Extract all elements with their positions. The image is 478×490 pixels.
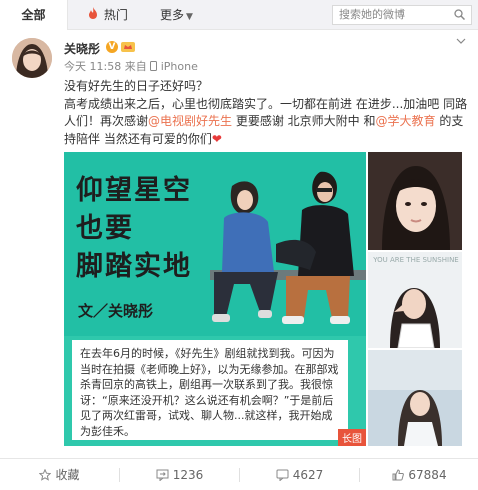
crown-icon bbox=[121, 42, 135, 52]
favorite-button[interactable]: 收藏 bbox=[0, 459, 119, 490]
tab-more[interactable]: 更多 ▼ bbox=[160, 0, 193, 30]
side-photo-1[interactable] bbox=[368, 152, 462, 250]
fire-icon bbox=[88, 7, 102, 22]
like-button[interactable]: 67884 bbox=[360, 459, 478, 490]
tab-more-label: 更多 bbox=[160, 8, 185, 22]
long-image-badge: 长图 bbox=[338, 429, 366, 446]
chevron-down-icon: ▼ bbox=[186, 12, 193, 22]
comment-icon bbox=[276, 469, 289, 482]
mention-tv-series[interactable]: @电视剧好先生 bbox=[148, 114, 232, 128]
comment-button[interactable]: 4627 bbox=[240, 459, 359, 490]
tab-hot-label: 热门 bbox=[103, 8, 128, 22]
post-line-1: 没有好先生的日子还好吗？ bbox=[64, 79, 209, 93]
like-count: 67884 bbox=[408, 468, 447, 482]
verified-badge-icon: V bbox=[106, 41, 118, 53]
source-prefix: 来自 bbox=[124, 60, 147, 73]
byline: 文／关晓彤 bbox=[78, 302, 154, 320]
tab-bar: 全部 热门 更多 ▼ 搜索她的微博 bbox=[0, 0, 478, 30]
side-photo-2-text: YOU ARE THE SUNSHINE bbox=[372, 256, 458, 264]
mention-xueda[interactable]: @学大教育 bbox=[375, 114, 435, 128]
post-text-b: 更要感谢 北京师大附中 和 bbox=[232, 114, 376, 128]
author-name[interactable]: 关晓彤 bbox=[64, 40, 100, 57]
article-excerpt: 在去年6月的时候，《好先生》剧组就找到我。可因为当时在拍摄《老师晚上好》，以为无… bbox=[72, 340, 348, 440]
thumbs-up-icon bbox=[392, 469, 405, 481]
post-source[interactable]: iPhone bbox=[161, 60, 198, 73]
comment-count: 4627 bbox=[292, 468, 324, 482]
favorite-label: 收藏 bbox=[55, 468, 80, 482]
search-icon[interactable] bbox=[454, 9, 465, 20]
post-text: 没有好先生的日子还好吗？ 高考成绩出来之后，心里也彻底踏实了。一切都在前进 在进… bbox=[64, 78, 468, 148]
post-paragraph: 高考成绩出来之后，心里也彻底踏实了。一切都在前进 在进步...加油吧 同路人们！… bbox=[64, 96, 468, 149]
avatar[interactable] bbox=[12, 38, 52, 78]
post-menu-icon[interactable] bbox=[456, 36, 466, 47]
side-photo-2[interactable]: YOU ARE THE SUNSHINE bbox=[368, 252, 462, 348]
long-image[interactable]: 仰望星空 也要 脚踏实地 文／关晓彤 在去年6月的时候，《好先生》剧组就找到我。… bbox=[64, 152, 366, 446]
action-bar: 收藏 1236 4627 67884 bbox=[0, 458, 478, 490]
search-placeholder: 搜索她的微博 bbox=[339, 8, 405, 21]
repost-icon bbox=[156, 469, 169, 482]
repost-button[interactable]: 1236 bbox=[120, 459, 239, 490]
repost-count: 1236 bbox=[172, 468, 204, 482]
post-meta: 今天 11:58 来自 iPhone bbox=[64, 58, 198, 74]
headline-line-3: 脚踏实地 bbox=[76, 251, 192, 282]
star-icon bbox=[39, 468, 52, 481]
headline-line-2: 也要 bbox=[76, 213, 134, 244]
tab-hot[interactable]: 热门 bbox=[88, 0, 128, 30]
phone-icon bbox=[150, 60, 161, 73]
heart-emoji-icon: ❤ bbox=[211, 131, 222, 146]
side-photo-3[interactable] bbox=[368, 350, 462, 446]
tab-all[interactable]: 全部 bbox=[0, 0, 68, 30]
post-time[interactable]: 今天 11:58 bbox=[64, 60, 121, 73]
headline-line-1: 仰望星空 bbox=[76, 175, 192, 206]
search-input[interactable]: 搜索她的微博 bbox=[332, 5, 472, 25]
